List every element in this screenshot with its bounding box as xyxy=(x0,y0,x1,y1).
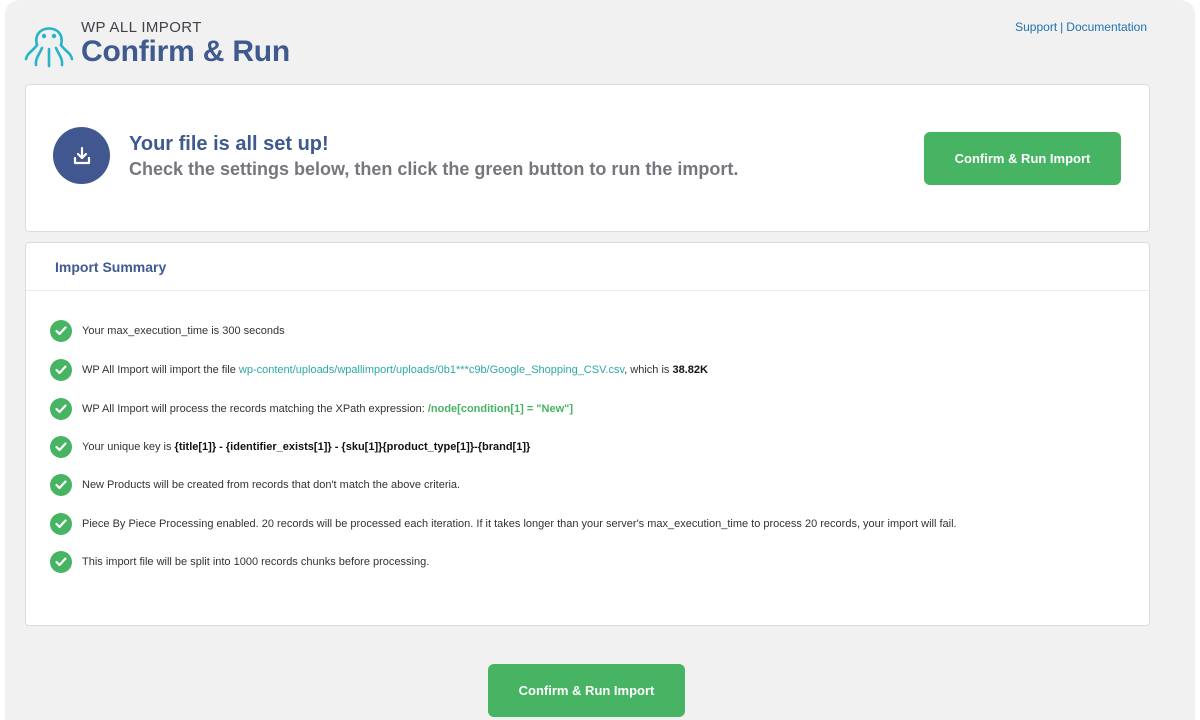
item-text-middle: , which is xyxy=(624,364,673,376)
import-summary-card: Import Summary Your max_execution_time i… xyxy=(25,242,1150,626)
summary-item-split: This import file will be split into 1000… xyxy=(50,551,429,573)
check-icon xyxy=(50,474,72,496)
summary-item-piece-by-piece: Piece By Piece Processing enabled. 20 re… xyxy=(50,513,957,535)
summary-item-unique-key: Your unique key is {title[1]} - {identif… xyxy=(50,436,530,458)
import-file-link[interactable]: wp-content/uploads/wpallimport/uploads/0… xyxy=(239,364,624,376)
file-size: 38.82K xyxy=(672,364,708,376)
documentation-link[interactable]: Documentation xyxy=(1066,20,1147,34)
confirm-run-import-button[interactable]: Confirm & Run Import xyxy=(924,132,1121,185)
check-icon xyxy=(50,551,72,573)
import-summary-heading: Import Summary xyxy=(26,243,1149,291)
check-icon xyxy=(50,398,72,420)
octopus-logo-icon xyxy=(24,27,74,68)
check-icon xyxy=(50,320,72,342)
summary-item-text: WP All Import will process the records m… xyxy=(82,403,573,415)
setup-title: Your file is all set up! xyxy=(129,133,329,155)
download-icon xyxy=(53,127,110,184)
link-separator: | xyxy=(1060,20,1064,34)
item-text-prefix: WP All Import will import the file xyxy=(82,364,239,376)
summary-item-execution-time: Your max_execution_time is 300 seconds xyxy=(50,320,285,342)
check-icon xyxy=(50,513,72,535)
summary-item-xpath: WP All Import will process the records m… xyxy=(50,398,573,420)
summary-item-text: New Products will be created from record… xyxy=(82,479,461,491)
confirm-run-import-button-bottom[interactable]: Confirm & Run Import xyxy=(488,664,685,717)
summary-item-text: WP All Import will import the file wp-co… xyxy=(82,364,708,376)
check-icon xyxy=(50,359,72,381)
brand-name: WP ALL IMPORT xyxy=(81,19,202,36)
setup-card: Your file is all set up! Check the setti… xyxy=(25,84,1150,232)
top-links: Support | Documentation xyxy=(1015,20,1147,34)
summary-item-text: Piece By Piece Processing enabled. 20 re… xyxy=(82,518,957,530)
page-frame: WP ALL IMPORT Confirm & Run Support | Docu… xyxy=(5,0,1195,720)
page-title: Confirm & Run xyxy=(81,35,291,68)
xpath-expression: /node[condition[1] = "New"] xyxy=(427,403,574,415)
summary-item-file: WP All Import will import the file wp-co… xyxy=(50,359,708,381)
unique-key: {title[1]} - {identifier_exists[1]} - {s… xyxy=(174,441,531,453)
summary-item-text: Your unique key is {title[1]} - {identif… xyxy=(82,441,530,453)
page-header: WP ALL IMPORT Confirm & Run xyxy=(23,14,290,74)
summary-item-text: Your max_execution_time is 300 seconds xyxy=(82,325,285,337)
item-text-prefix: WP All Import will process the records m… xyxy=(82,403,428,415)
setup-subtitle: Check the settings below, then click the… xyxy=(129,159,739,179)
summary-item-new-products: New Products will be created from record… xyxy=(50,474,460,496)
item-text-prefix: Your unique key is xyxy=(82,441,175,453)
check-icon xyxy=(50,436,72,458)
support-link[interactable]: Support xyxy=(1015,20,1057,34)
summary-item-text: This import file will be split into 1000… xyxy=(82,556,430,568)
